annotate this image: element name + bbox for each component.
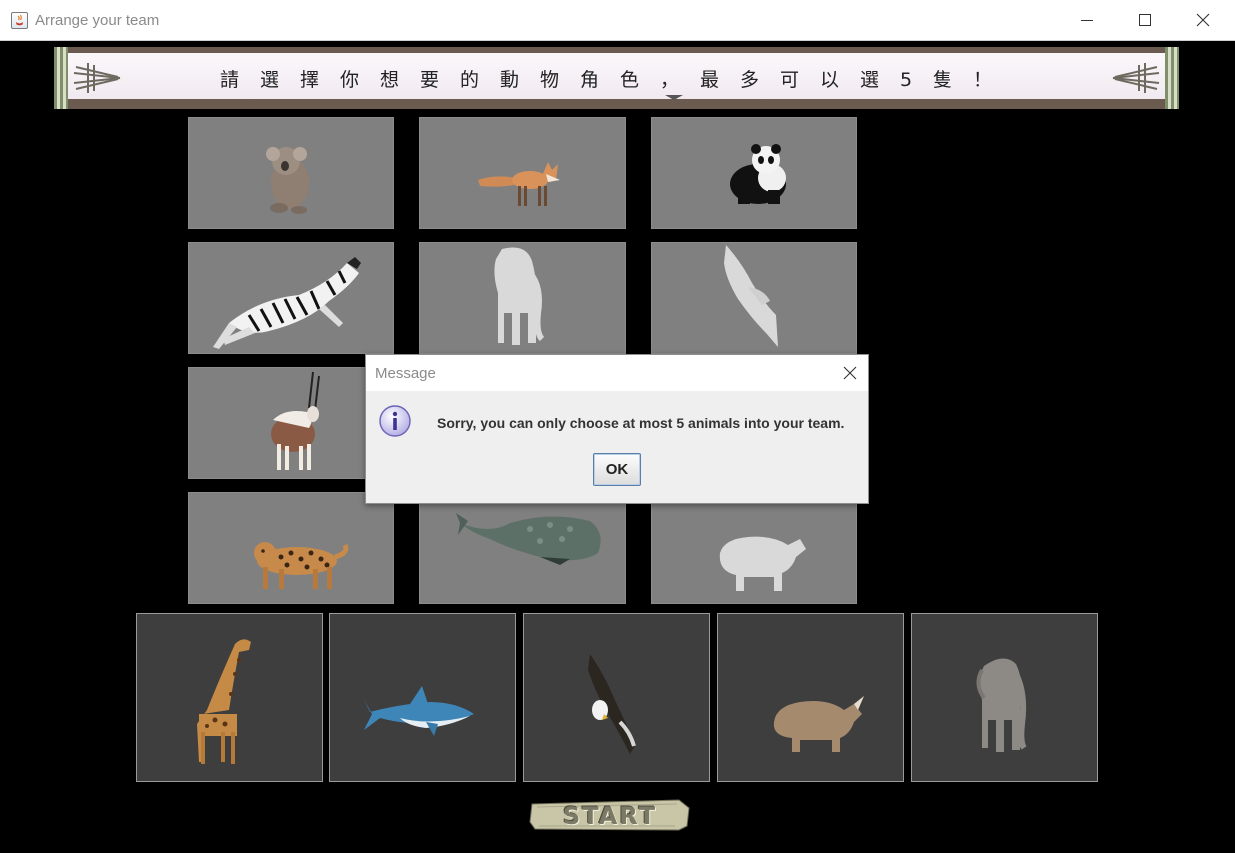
koala-image — [266, 147, 309, 214]
window-title: Arrange your team — [35, 12, 160, 29]
eagle-image — [588, 654, 636, 754]
giraffe-image — [197, 639, 251, 764]
oryx-image — [271, 371, 320, 470]
maximize-button[interactable] — [1116, 0, 1174, 40]
animal-tile-sperm-whale[interactable] — [419, 492, 626, 604]
animal-tile-eagle-selected[interactable] — [651, 242, 857, 354]
eagle-silhouette — [724, 245, 778, 347]
fox-image — [478, 162, 560, 206]
dialog-close-button[interactable] — [838, 361, 862, 385]
maximize-icon — [1139, 14, 1151, 26]
rhinoceros-silhouette — [719, 536, 806, 591]
close-button[interactable] — [1174, 0, 1232, 40]
ok-button[interactable]: OK — [593, 453, 641, 486]
team-slot-eagle[interactable] — [523, 613, 710, 782]
rhinoceros-image — [773, 696, 864, 752]
dialog-title: Message — [375, 365, 436, 382]
start-button-label: START — [562, 802, 658, 830]
animal-tile-rhinoceros-selected[interactable] — [651, 492, 857, 604]
animal-tile-oryx[interactable] — [188, 367, 394, 479]
animal-tile-zebra[interactable] — [188, 242, 394, 354]
banner-left-cap — [54, 47, 68, 109]
team-slot-giraffe[interactable] — [136, 613, 323, 782]
instruction-banner: 請選擇你想要的動物角色，最多可以選5隻！ — [54, 47, 1179, 109]
message-dialog: Message Sorry, you can only choose at mo… — [365, 354, 869, 504]
animal-tile-leopard[interactable] — [188, 492, 394, 604]
banner-right-cap — [1165, 47, 1179, 109]
team-slot-elephant[interactable] — [911, 613, 1098, 782]
window-titlebar: Arrange your team — [0, 0, 1235, 41]
animal-tile-panda[interactable] — [651, 117, 857, 229]
banner-instruction-text: 請選擇你想要的動物角色，最多可以選5隻！ — [219, 69, 1014, 91]
team-slot-shark[interactable] — [329, 613, 516, 782]
banner-scroll: 請選擇你想要的動物角色，最多可以選5隻！ — [68, 53, 1165, 100]
close-icon — [1196, 13, 1210, 27]
sperm-whale-image — [456, 513, 601, 565]
minimize-icon — [1081, 20, 1093, 21]
dialog-titlebar: Message — [366, 355, 868, 391]
panda-image — [730, 144, 786, 204]
dialog-message: Sorry, you can only choose at most 5 ani… — [437, 415, 845, 431]
info-icon — [379, 405, 411, 437]
elephant-image — [976, 658, 1027, 752]
start-button[interactable]: START — [529, 798, 691, 832]
leopard-image — [254, 542, 349, 589]
close-icon — [843, 366, 857, 380]
animal-tile-fox[interactable] — [419, 117, 626, 229]
shark-image — [364, 686, 474, 736]
minimize-button[interactable] — [1058, 0, 1116, 40]
animal-tile-elephant-selected[interactable] — [419, 242, 626, 354]
team-slot-rhinoceros[interactable] — [717, 613, 904, 782]
banner-notch — [665, 95, 683, 100]
zebra-image — [213, 257, 361, 349]
animal-tile-koala[interactable] — [188, 117, 394, 229]
java-app-icon — [11, 12, 28, 29]
elephant-silhouette — [494, 247, 545, 345]
